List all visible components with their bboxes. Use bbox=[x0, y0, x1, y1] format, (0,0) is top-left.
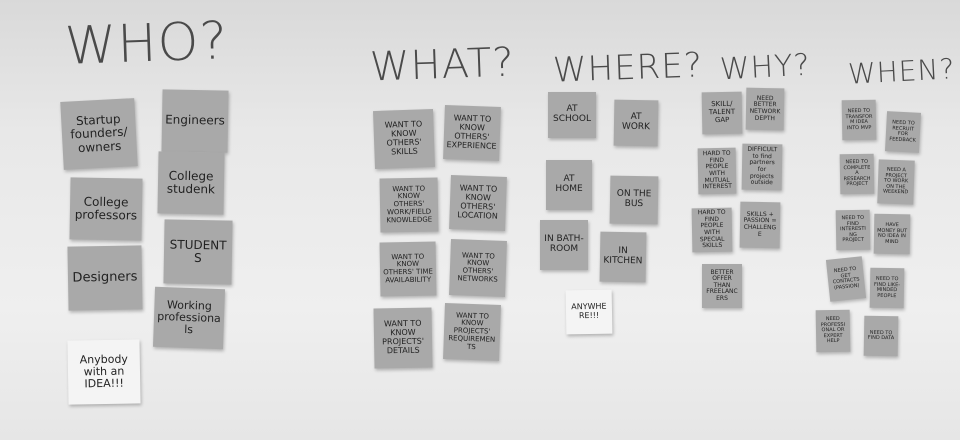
sticky-note-what: WANT TO KNOW OTHERS' SKILLS bbox=[373, 108, 435, 170]
sticky-note-what: WANT TO KNOW PROJECTS' REQUIREMENTS bbox=[443, 303, 501, 361]
sticky-note-who: Startup founders/ owners bbox=[60, 98, 138, 170]
sticky-note-when: NEED TO FIND INTERESTING PROJECT bbox=[835, 209, 871, 251]
sticky-note-when: NEED TO COMPLETE A RESEARCH PROJECT bbox=[839, 153, 875, 195]
sticky-note-why: DIFFICULT to find partners for projects … bbox=[741, 143, 783, 191]
sticky-note-where-anywhere: ANYWHERE!!! bbox=[565, 289, 613, 335]
sticky-note-why: SKILL/ TALENT GAP bbox=[701, 91, 743, 135]
sticky-note-what: WANT TO KNOW OTHERS' NETWORKS bbox=[449, 239, 507, 297]
sticky-note-when: NEED A PROJECT TO WORK ON THE WEEKEND bbox=[877, 159, 915, 205]
whiteboard: WHO? WHAT? WHERE? WHY? WHEN? Startup fou… bbox=[0, 0, 960, 440]
header-why: WHY? bbox=[719, 47, 812, 88]
sticky-note-who: STUDENTS bbox=[163, 219, 233, 285]
sticky-note-why: HARD TO FIND PEOPLE WITH MUTUAL INTEREST bbox=[697, 147, 737, 195]
sticky-note-why: NEED BETTER NETWORK DEPTH bbox=[745, 87, 785, 131]
sticky-note-when: NEED TO FIND LIKE-MINDED PEOPLE bbox=[869, 267, 905, 309]
sticky-note-when: NEED TO GET CONTACTS (PASSION) bbox=[825, 256, 867, 302]
header-where: WHERE? bbox=[552, 45, 704, 91]
sticky-note-what: WANT TO KNOW OTHERS' TIME AVAILABILITY bbox=[379, 241, 437, 297]
sticky-note-why: BETTER OFFER THAN FREELANCERS bbox=[702, 264, 742, 308]
sticky-note-when: HAVE MONEY BUT NO IDEA IN MIND bbox=[873, 213, 911, 255]
sticky-note-where: IN BATH-ROOM bbox=[540, 220, 588, 270]
sticky-note-who: Designers bbox=[67, 245, 143, 311]
sticky-note-who: College studenk bbox=[157, 151, 225, 215]
header-what: WHAT? bbox=[369, 39, 516, 91]
sticky-note-what: WANT TO KNOW PROJECTS' DETAILS bbox=[373, 307, 433, 369]
sticky-note-when: NEED TO RECRUIT FOR FEEDBACK bbox=[884, 111, 922, 153]
sticky-note-what: WANT TO KNOW OTHERS' EXPERIENCE bbox=[443, 105, 501, 161]
sticky-note-when: NEED PROFESSIONAL OR EXPERT HELP bbox=[815, 309, 851, 353]
sticky-note-who: Engineers bbox=[161, 89, 229, 153]
header-when: WHEN? bbox=[847, 52, 957, 91]
sticky-note-who: Working professionals bbox=[152, 286, 226, 350]
sticky-note-where: ON THE BUS bbox=[609, 175, 659, 225]
sticky-note-where: AT SCHOOL bbox=[548, 92, 596, 138]
sticky-note-why: HARD TO FIND PEOPLE WITH SPECIAL SKILLS bbox=[691, 207, 733, 253]
sticky-note-why: SKILLS + PASSION = CHALLENGE bbox=[739, 201, 781, 249]
sticky-note-what: WANT TO KNOW OTHERS' WORK/FIELD KNOWLEDG… bbox=[379, 177, 439, 233]
sticky-note-who: College professors bbox=[69, 177, 143, 241]
sticky-note-where: IN KITCHEN bbox=[599, 231, 647, 283]
sticky-note-when: NEED TO FIND DATA bbox=[863, 315, 899, 357]
sticky-note-where: AT HOME bbox=[546, 160, 592, 210]
sticky-note-when: NEED TO TRANSFORM IDEA INTO MVP bbox=[841, 99, 877, 141]
header-who: WHO? bbox=[64, 11, 230, 77]
sticky-note-who-anybody: Anybody with an IDEA!!! bbox=[67, 339, 141, 405]
sticky-note-what: WANT TO KNOW OTHERS' LOCATION bbox=[449, 175, 507, 231]
sticky-note-where: AT WORK bbox=[613, 99, 659, 147]
